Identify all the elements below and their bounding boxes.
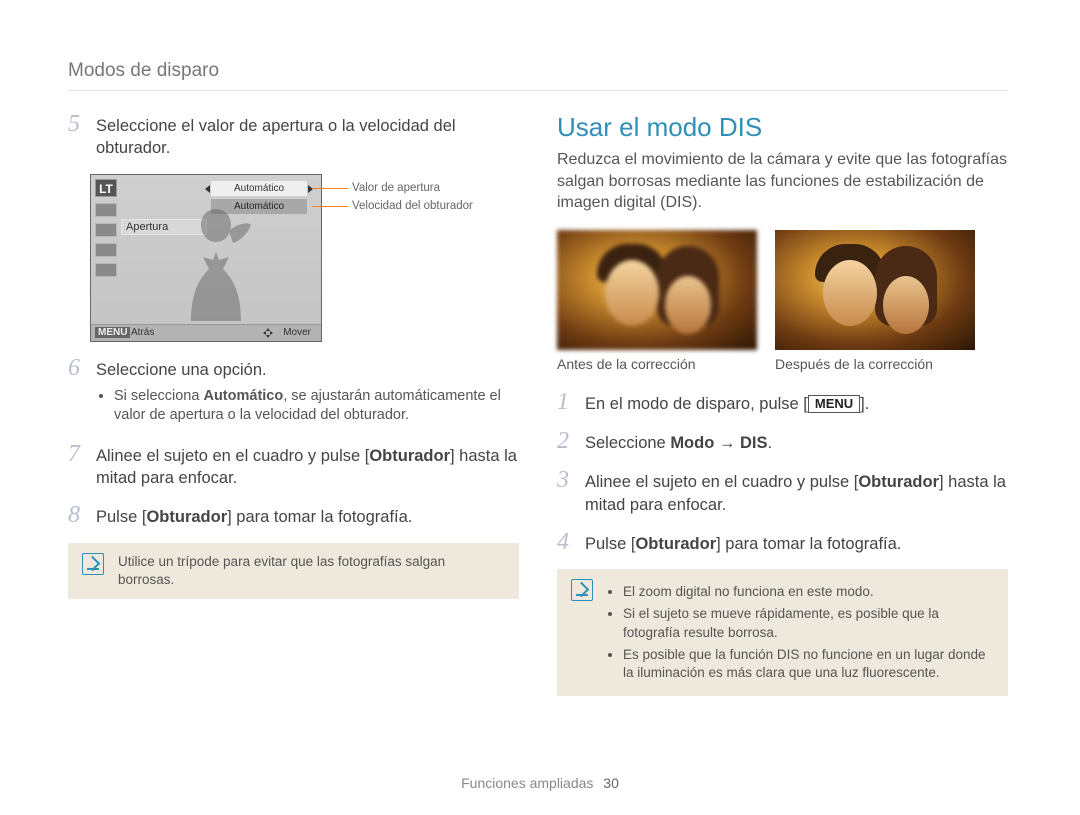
bold-text: Obturador [369, 447, 450, 465]
text: Pulse [ [96, 508, 146, 526]
bold-text: Modo → DIS [670, 434, 767, 452]
text: Alinee el sujeto en el cuadro y pulse [ [96, 447, 369, 465]
step-7: 7 Alinee el sujeto en el cuadro y pulse … [68, 442, 519, 490]
subject-silhouette-icon [171, 203, 261, 323]
menu-key-icon: MENU [808, 395, 860, 413]
left-column: 5 Seleccione el valor de apertura o la v… [68, 112, 519, 745]
tip-item: Es posible que la función DIS no funcion… [623, 646, 994, 682]
caption-before: Antes de la corrección [557, 356, 757, 372]
tip-box: Utilice un trípode para evitar que las f… [68, 543, 519, 599]
intro-paragraph: Reduzca el movimiento de la cámara y evi… [557, 149, 1008, 214]
section-heading: Usar el modo DIS [557, 112, 1008, 143]
photo-before [557, 230, 757, 350]
page-number: 30 [603, 775, 619, 791]
lcd-side-icon [95, 223, 117, 237]
callout-aperture: Valor de apertura [352, 182, 440, 194]
text: ]. [860, 395, 869, 413]
footer-section: Funciones ampliadas [461, 775, 593, 791]
step-text: Seleccione el valor de apertura o la vel… [96, 112, 519, 160]
step-number: 5 [68, 112, 86, 160]
step-1: 1 En el modo de disparo, pulse [MENU]. [557, 390, 1008, 415]
lcd-side-icon [95, 263, 117, 277]
right-column: Usar el modo DIS Reduzca el movimiento d… [557, 112, 1008, 745]
step-2: 2 Seleccione Modo → DIS. [557, 429, 1008, 454]
bold-text: Obturador [146, 508, 227, 526]
step-text: Pulse [Obturador] para tomar la fotograf… [585, 530, 901, 555]
note-icon [82, 553, 104, 575]
step-number: 6 [68, 356, 86, 428]
callout-shutter: Velocidad del obturador [352, 200, 473, 212]
bold-text: Obturador [858, 473, 939, 491]
lcd-back-label: Atrás [131, 327, 154, 338]
tip-item: Si el sujeto se mueve rápidamente, es po… [623, 605, 994, 641]
note-icon [571, 579, 593, 601]
step6-note: Si selecciona Automático, se ajustarán a… [114, 387, 519, 426]
lcd-menu-key: MENU [95, 327, 130, 338]
lcd-move-label: Mover [283, 327, 311, 338]
page-title: Modos de disparo [68, 60, 219, 82]
lcd-side-icon [95, 203, 117, 217]
page-footer: Funciones ampliadas 30 [0, 775, 1080, 791]
text: Si selecciona [114, 388, 203, 404]
bold-text: Obturador [635, 535, 716, 553]
step6-text: Seleccione una opción. [96, 361, 267, 379]
mode-badge: LT [95, 179, 117, 197]
text: Pulse [ [585, 535, 635, 553]
photo-after [775, 230, 975, 350]
text: Seleccione [585, 434, 670, 452]
photo-captions: Antes de la corrección Después de la cor… [557, 356, 1008, 372]
bold-text: Automático [203, 388, 283, 404]
text: En el modo de disparo, pulse [ [585, 395, 808, 413]
step-text: Alinee el sujeto en el cuadro y pulse [O… [585, 468, 1008, 516]
header-rule [68, 90, 1008, 91]
step-number: 8 [68, 503, 86, 528]
tip-item: El zoom digital no funciona en este modo… [623, 583, 994, 601]
step-text: Seleccione una opción. Si selecciona Aut… [96, 356, 519, 428]
callout-line [312, 206, 348, 207]
step-number: 4 [557, 530, 575, 555]
text: ] para tomar la fotografía. [227, 508, 412, 526]
step-5: 5 Seleccione el valor de apertura o la v… [68, 112, 519, 160]
callout-line [312, 188, 348, 189]
step-number: 7 [68, 442, 86, 490]
step-number: 1 [557, 390, 575, 415]
lcd-figure: LT Automático Automático Apertura MENU A… [90, 174, 519, 342]
step-number: 3 [557, 468, 575, 516]
lcd-nav-icon [263, 328, 273, 338]
lcd-side-icon [95, 243, 117, 257]
step-text: En el modo de disparo, pulse [MENU]. [585, 390, 869, 415]
tip-list: El zoom digital no funciona en este modo… [607, 579, 994, 686]
text: . [767, 434, 772, 452]
camera-lcd: LT Automático Automático Apertura MENU A… [90, 174, 322, 342]
step-3: 3 Alinee el sujeto en el cuadro y pulse … [557, 468, 1008, 516]
tip-box: El zoom digital no funciona en este modo… [557, 569, 1008, 696]
caption-after: Después de la corrección [775, 356, 975, 372]
step-6: 6 Seleccione una opción. Si selecciona A… [68, 356, 519, 428]
tip-text: Utilice un trípode para evitar que las f… [118, 553, 505, 589]
comparison-row [557, 230, 1008, 350]
step-8: 8 Pulse [Obturador] para tomar la fotogr… [68, 503, 519, 528]
step-number: 2 [557, 429, 575, 454]
step-text: Seleccione Modo → DIS. [585, 429, 772, 454]
text: ] para tomar la fotografía. [716, 535, 901, 553]
text: Alinee el sujeto en el cuadro y pulse [ [585, 473, 858, 491]
step-text: Alinee el sujeto en el cuadro y pulse [O… [96, 442, 519, 490]
lcd-row-aperture: Automático [211, 181, 307, 196]
step-4: 4 Pulse [Obturador] para tomar la fotogr… [557, 530, 1008, 555]
step-text: Pulse [Obturador] para tomar la fotograf… [96, 503, 412, 528]
